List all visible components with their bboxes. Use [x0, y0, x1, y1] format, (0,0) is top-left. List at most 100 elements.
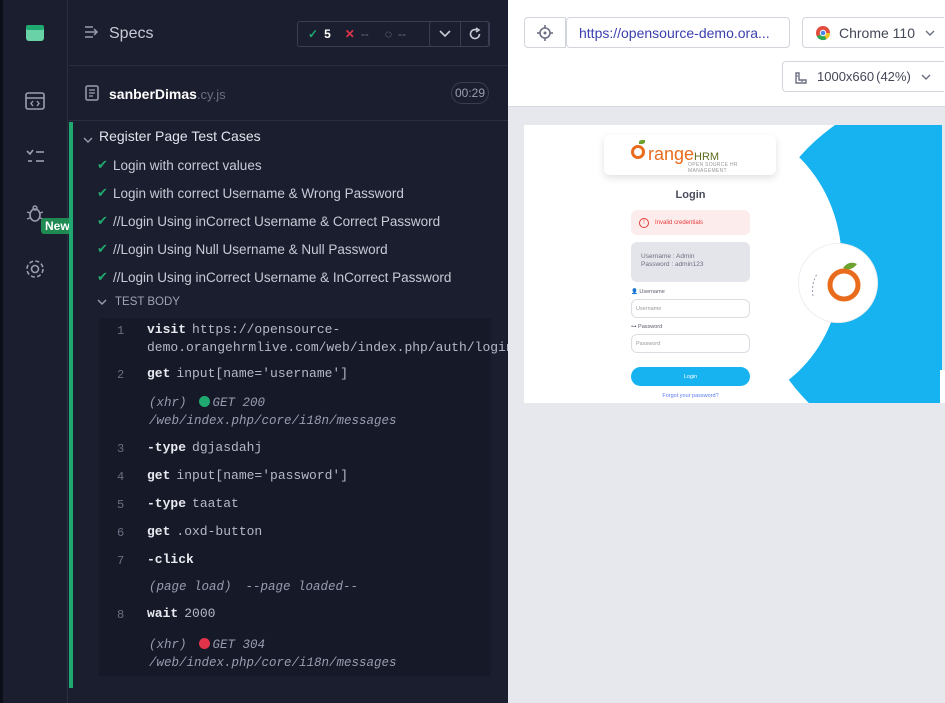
password-label-text: Password [638, 324, 663, 330]
spec-file-basename: sanberDimas [109, 86, 197, 102]
chrome-icon [816, 25, 831, 40]
cypress-logo-icon[interactable] [18, 16, 52, 50]
reload-icon [469, 27, 481, 40]
command-row[interactable]: get input[name='password'] [147, 468, 348, 483]
key-icon: ⊶ [631, 324, 639, 330]
reporter-panel: Specs ✓ 5 ✕ -- ◌ -- sanberDimas.cy.js 00… [69, 0, 514, 703]
command-arg: 2000 [184, 606, 216, 621]
command-number: 2 [117, 368, 125, 382]
browser-selector[interactable]: Chrome 110 [802, 17, 944, 48]
status-dot-green [198, 396, 210, 407]
logo-range-text: range [648, 144, 695, 164]
spec-file-name[interactable]: sanberDimas.cy.js [109, 86, 226, 102]
spec-file-row: sanberDimas.cy.js 00:29 [69, 66, 508, 121]
xhr-status: GET 304 [212, 638, 266, 652]
cypress-runner: New Specs ✓ 5 ✕ -- ◌ -- sanberDimas.cy.j… [0, 0, 945, 703]
command-name: -type [147, 440, 187, 455]
page-load-status: --page loaded-- [245, 580, 359, 594]
command-arg: dgjasdahj [192, 440, 263, 455]
command-log: 1 visit https://opensource- demo.orangehr… [99, 318, 514, 676]
command-row[interactable]: visit https://opensource- [147, 322, 340, 337]
command-number: 7 [117, 554, 125, 568]
test-item-expanded[interactable]: ✔ //Login Using inCorrect Username & InCo… [97, 267, 451, 287]
login-button[interactable]: Login [631, 367, 750, 386]
pass-check-icon: ✔ [97, 241, 108, 256]
file-document-icon [85, 85, 99, 106]
aut-header: https://opensource-demo.ora... Chrome 11… [508, 0, 945, 107]
xhr-row[interactable]: (xhr) GET 304 [149, 638, 265, 652]
page-load-row[interactable]: (page load) --page loaded-- [149, 580, 358, 594]
nav-rail: New [0, 0, 74, 703]
ruler-icon [795, 71, 807, 84]
command-name: -click [147, 552, 194, 567]
failed-x-icon: ✕ [344, 27, 355, 41]
specs-menu-icon[interactable] [83, 24, 99, 45]
command-number: 8 [117, 608, 125, 622]
xhr-path: /web/index.php/core/i18n/messages [149, 656, 397, 670]
selector-playground-button[interactable] [524, 17, 566, 48]
test-title: //Login Using inCorrect Username & Corre… [113, 213, 441, 229]
run-duration: 00:29 [451, 82, 489, 104]
pass-check-icon: ✔ [97, 185, 108, 200]
password-input[interactable]: Password [631, 334, 750, 353]
username-input[interactable]: Username [631, 299, 750, 318]
orange-logo-icon [631, 145, 645, 159]
settings-gear-icon[interactable] [18, 252, 52, 286]
command-number: 6 [117, 526, 125, 540]
specs-title[interactable]: Specs [109, 25, 153, 43]
username-label: 👤 Username [631, 289, 665, 295]
page-load-kind: (page load) [149, 580, 232, 594]
xhr-kind: (xhr) [149, 396, 187, 410]
password-label: ⊶ Password [631, 324, 662, 330]
test-item[interactable]: ✔ //Login Using Null Username & Null Pass… [97, 239, 388, 259]
test-item[interactable]: ✔ Login with correct Username & Wrong Pas… [97, 183, 404, 203]
hint-password: Password : admin123 [641, 261, 704, 268]
forgot-password-link[interactable]: Forgot your password? [631, 393, 750, 399]
chevron-down-button[interactable] [429, 21, 461, 47]
test-body-label: TEST BODY [115, 296, 180, 308]
pass-check-icon: ✔ [97, 269, 108, 284]
viewport-size: 1000x660 [817, 69, 875, 84]
aut-iframe: rangeHRM OPEN SOURCE HR MANAGEMENT Login… [524, 125, 942, 403]
test-suite: Register Page Test Cases ✔ Login with cor… [69, 122, 514, 688]
command-row[interactable]: get .oxd-button [147, 524, 262, 539]
chevron-down-icon [921, 74, 931, 80]
test-body-toggle[interactable]: TEST BODY [97, 296, 180, 308]
aut-url-field[interactable]: https://opensource-demo.ora... [566, 17, 790, 48]
test-title: Login with correct values [113, 157, 262, 173]
suite-chevron-down-icon[interactable] [83, 131, 93, 149]
suite-title[interactable]: Register Page Test Cases [99, 128, 261, 144]
leaf-icon [639, 140, 645, 144]
command-row[interactable]: -type dgjasdahj [147, 440, 262, 455]
command-row[interactable]: wait 2000 [147, 606, 215, 621]
command-name: wait [147, 606, 179, 621]
chevron-down-icon [439, 30, 451, 38]
command-name: -type [147, 496, 187, 511]
body-chevron-down-icon [97, 299, 107, 305]
failed-stat: ✕ -- [345, 27, 369, 41]
failed-count: -- [360, 27, 369, 41]
passed-stat: ✓ 5 [308, 27, 331, 41]
specs-list-icon[interactable] [18, 140, 52, 174]
command-row[interactable]: -click [147, 552, 194, 567]
chevron-down-icon [925, 30, 935, 36]
passed-check-icon: ✓ [308, 27, 319, 41]
runs-icon[interactable] [18, 84, 52, 118]
command-name: get [147, 366, 171, 381]
command-arg: input[name='password'] [176, 468, 349, 483]
test-item[interactable]: ✔ Login with correct values [97, 155, 262, 175]
command-number: 3 [117, 442, 125, 456]
command-arg: .oxd-button [176, 524, 263, 539]
crosshair-icon [537, 24, 553, 41]
pass-check-icon: ✔ [97, 157, 108, 172]
xhr-row[interactable]: (xhr) GET 200 [149, 396, 265, 410]
test-item[interactable]: ✔ //Login Using inCorrect Username & Corr… [97, 211, 440, 231]
command-row[interactable]: get input[name='username'] [147, 366, 348, 381]
command-name: get [147, 468, 171, 483]
command-name: get [147, 524, 171, 539]
command-row[interactable]: -type taatat [147, 496, 239, 511]
command-arg: https://opensource- [192, 322, 341, 337]
suite-pass-bar [69, 122, 73, 688]
viewport-info[interactable]: 1000x660 (42%) [782, 61, 944, 92]
rerun-button[interactable] [460, 21, 490, 47]
